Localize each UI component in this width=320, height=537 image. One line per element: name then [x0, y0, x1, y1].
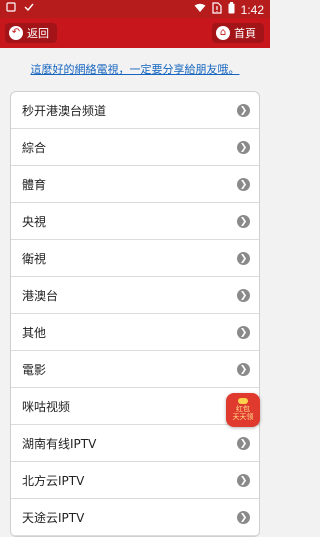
list-item[interactable]: 其他 ❯: [11, 314, 259, 351]
list-item[interactable]: 天途云IPTV ❯: [11, 499, 259, 536]
list-item[interactable]: 央視 ❯: [11, 203, 259, 240]
top-nav-bar: ↶ 返回 ⌂ 首頁: [0, 18, 270, 48]
check-icon: [24, 2, 34, 15]
list-item-label: 體育: [22, 177, 47, 192]
back-button[interactable]: ↶ 返回: [5, 23, 57, 43]
chevron-right-icon: ❯: [237, 252, 250, 265]
list-item[interactable]: 湖南有线IPTV ❯: [11, 425, 259, 462]
chevron-right-icon: ❯: [237, 326, 250, 339]
list-item-label: 北方云IPTV: [22, 473, 85, 488]
back-label: 返回: [27, 27, 49, 40]
list-item-label: 秒开港澳台频道: [22, 103, 107, 118]
chevron-right-icon: ❯: [237, 104, 250, 117]
list-item-label: 湖南有线IPTV: [22, 436, 97, 451]
red-packet-float-button[interactable]: 红包 天天领: [226, 393, 260, 427]
chevron-right-icon: ❯: [237, 511, 250, 524]
list-item[interactable]: 北方云IPTV ❯: [11, 462, 259, 499]
chevron-right-icon: ❯: [237, 178, 250, 191]
list-item[interactable]: 咪咕视频❯: [11, 388, 259, 425]
back-arrow-icon: ↶: [9, 26, 23, 40]
list-item-label: 電影: [22, 362, 47, 377]
wifi-icon: [194, 3, 206, 16]
list-item-label: 央視: [22, 214, 47, 229]
battery-icon: [228, 2, 235, 17]
chevron-right-icon: ❯: [237, 363, 250, 376]
status-bar: 1:42: [0, 0, 270, 18]
channel-category-list: 秒开港澳台频道 ❯ 綜合 ❯ 體育 ❯ 央視 ❯ 衛視 ❯ 港澳台 ❯ 其他 ❯ 電影 ❯ 咪咕…: [10, 91, 260, 537]
list-item[interactable]: 衛視 ❯: [11, 240, 259, 277]
list-item[interactable]: 體育 ❯: [11, 166, 259, 203]
list-item-label: 港澳台: [22, 288, 59, 303]
no-sim-icon: [212, 2, 222, 17]
home-label: 首頁: [234, 27, 256, 40]
red-packet-line2: 天天领: [232, 413, 254, 421]
list-item-label: 天途云IPTV: [22, 510, 85, 525]
red-packet-icon: [238, 398, 248, 405]
list-item[interactable]: 秒开港澳台频道 ❯: [11, 92, 259, 129]
list-item-label: 綜合: [22, 140, 47, 155]
home-icon: ⌂: [216, 26, 230, 40]
chevron-right-icon: ❯: [237, 215, 250, 228]
clock: 1:42: [240, 2, 264, 17]
chevron-right-icon: ❯: [237, 474, 250, 487]
chevron-right-icon: ❯: [237, 141, 250, 154]
list-item[interactable]: 電影 ❯: [11, 351, 259, 388]
list-item-label: 咪咕视频: [22, 399, 71, 414]
chevron-right-icon: ❯: [237, 289, 250, 302]
list-item[interactable]: 港澳台 ❯: [11, 277, 259, 314]
app-icon: [6, 2, 16, 15]
list-item-label: 衛視: [22, 251, 47, 266]
share-banner-link[interactable]: 這麼好的網絡電視，一定要分享給朋友哦。: [0, 48, 270, 90]
list-item-label: 其他: [22, 325, 47, 340]
chevron-right-icon: ❯: [237, 437, 250, 450]
list-item[interactable]: 綜合 ❯: [11, 129, 259, 166]
home-button[interactable]: ⌂ 首頁: [212, 23, 264, 43]
